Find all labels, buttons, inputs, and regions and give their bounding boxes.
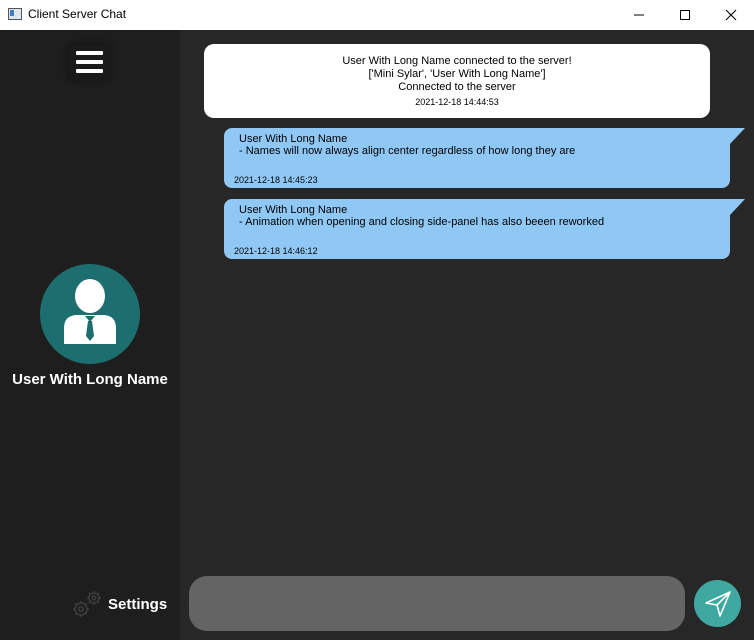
chat-area: User With Long Name connected to the ser… bbox=[180, 30, 754, 640]
title-bar: Client Server Chat bbox=[0, 0, 754, 30]
server-message-timestamp: 2021-12-18 14:44:53 bbox=[415, 97, 499, 107]
hamburger-menu-button[interactable] bbox=[68, 44, 110, 80]
maximize-button[interactable] bbox=[662, 0, 708, 30]
message-timestamp: 2021-12-18 14:46:12 bbox=[234, 246, 318, 256]
side-panel: User With Long Name Settings bbox=[0, 30, 180, 640]
minimize-button[interactable] bbox=[616, 0, 662, 30]
maximize-icon bbox=[680, 10, 690, 20]
send-button[interactable] bbox=[694, 580, 741, 627]
app-window-icon bbox=[8, 8, 22, 20]
close-button[interactable] bbox=[708, 0, 754, 30]
send-paper-plane-icon bbox=[704, 590, 731, 617]
hamburger-menu-icon-bar bbox=[75, 60, 103, 64]
close-icon bbox=[725, 9, 737, 21]
avatar bbox=[40, 264, 140, 364]
chat-message-bubble: User With Long Name - Names will now alw… bbox=[224, 128, 745, 188]
server-message-line: Connected to the server bbox=[398, 81, 516, 93]
server-message: User With Long Name connected to the ser… bbox=[204, 44, 710, 118]
hamburger-menu-icon-bar bbox=[75, 69, 103, 73]
user-avatar-icon bbox=[64, 279, 116, 344]
chat-message-bubble: User With Long Name - Animation when ope… bbox=[224, 199, 745, 259]
message-timestamp: 2021-12-18 14:45:23 bbox=[234, 175, 318, 185]
hamburger-menu-icon bbox=[75, 51, 103, 55]
window-title: Client Server Chat bbox=[28, 7, 127, 21]
message-sender-name: User With Long Name bbox=[239, 133, 348, 145]
message-sender-name: User With Long Name bbox=[239, 204, 348, 216]
server-message-line: User With Long Name connected to the ser… bbox=[342, 55, 572, 67]
message-text: - Animation when opening and closing sid… bbox=[239, 216, 605, 228]
message-input[interactable] bbox=[189, 576, 685, 631]
gear-icon bbox=[73, 591, 101, 617]
settings-button[interactable]: Settings bbox=[70, 588, 167, 620]
username-label: User With Long Name bbox=[12, 371, 168, 388]
settings-label: Settings bbox=[108, 595, 168, 613]
minimize-icon bbox=[634, 14, 644, 16]
message-text: - Names will now always align center reg… bbox=[239, 145, 576, 157]
server-message-line: ['Mini Sylar', 'User With Long Name'] bbox=[368, 68, 546, 80]
